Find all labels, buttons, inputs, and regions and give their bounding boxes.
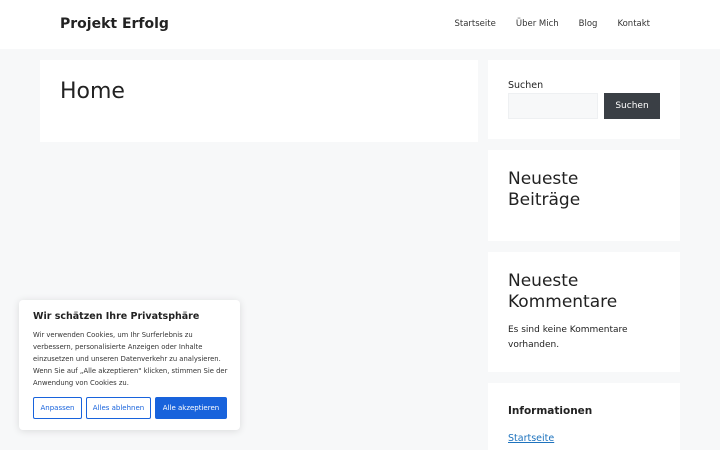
recent-comments-widget: Neueste Kommentare Es sind keine Komment…	[488, 252, 680, 372]
accept-all-button[interactable]: Alle akzeptieren	[155, 397, 227, 419]
page-content-card: Home	[40, 60, 478, 142]
nav-item-blog[interactable]: Blog	[579, 19, 598, 29]
recent-posts-title: Neueste Beiträge	[508, 169, 581, 210]
main-nav: Startseite Über Mich Blog Kontakt	[454, 19, 650, 29]
cookie-title: Wir schätzen Ihre Privatsphäre	[33, 311, 200, 322]
search-input[interactable]	[508, 93, 598, 119]
customize-button[interactable]: Anpassen	[33, 397, 82, 419]
site-title[interactable]: Projekt Erfolg	[60, 16, 169, 32]
search-widget: Suchen Suchen	[488, 60, 680, 139]
recent-comments-title: Neueste Kommentare	[508, 271, 618, 312]
info-link-startseite[interactable]: Startseite	[508, 433, 554, 444]
cookie-consent-banner: Wir schätzen Ihre Privatsphäre Wir verwe…	[19, 300, 240, 430]
nav-item-startseite[interactable]: Startseite	[454, 19, 495, 29]
info-title: Informationen	[508, 405, 593, 417]
search-button[interactable]: Suchen	[604, 93, 660, 119]
recent-posts-widget: Neueste Beiträge	[488, 150, 680, 241]
nav-item-ueber-mich[interactable]: Über Mich	[516, 19, 559, 29]
reject-all-button[interactable]: Alles ablehnen	[86, 397, 151, 419]
site-header: Projekt Erfolg Startseite Über Mich Blog…	[0, 0, 720, 49]
page-title: Home	[60, 79, 125, 104]
info-widget: Informationen Startseite	[488, 383, 680, 450]
no-comments-text: Es sind keine Kommentare vorhanden.	[508, 325, 628, 350]
search-label: Suchen	[508, 80, 544, 91]
nav-item-kontakt[interactable]: Kontakt	[617, 19, 650, 29]
cookie-text: Wir verwenden Cookies, um Ihr Surferlebn…	[33, 331, 228, 387]
